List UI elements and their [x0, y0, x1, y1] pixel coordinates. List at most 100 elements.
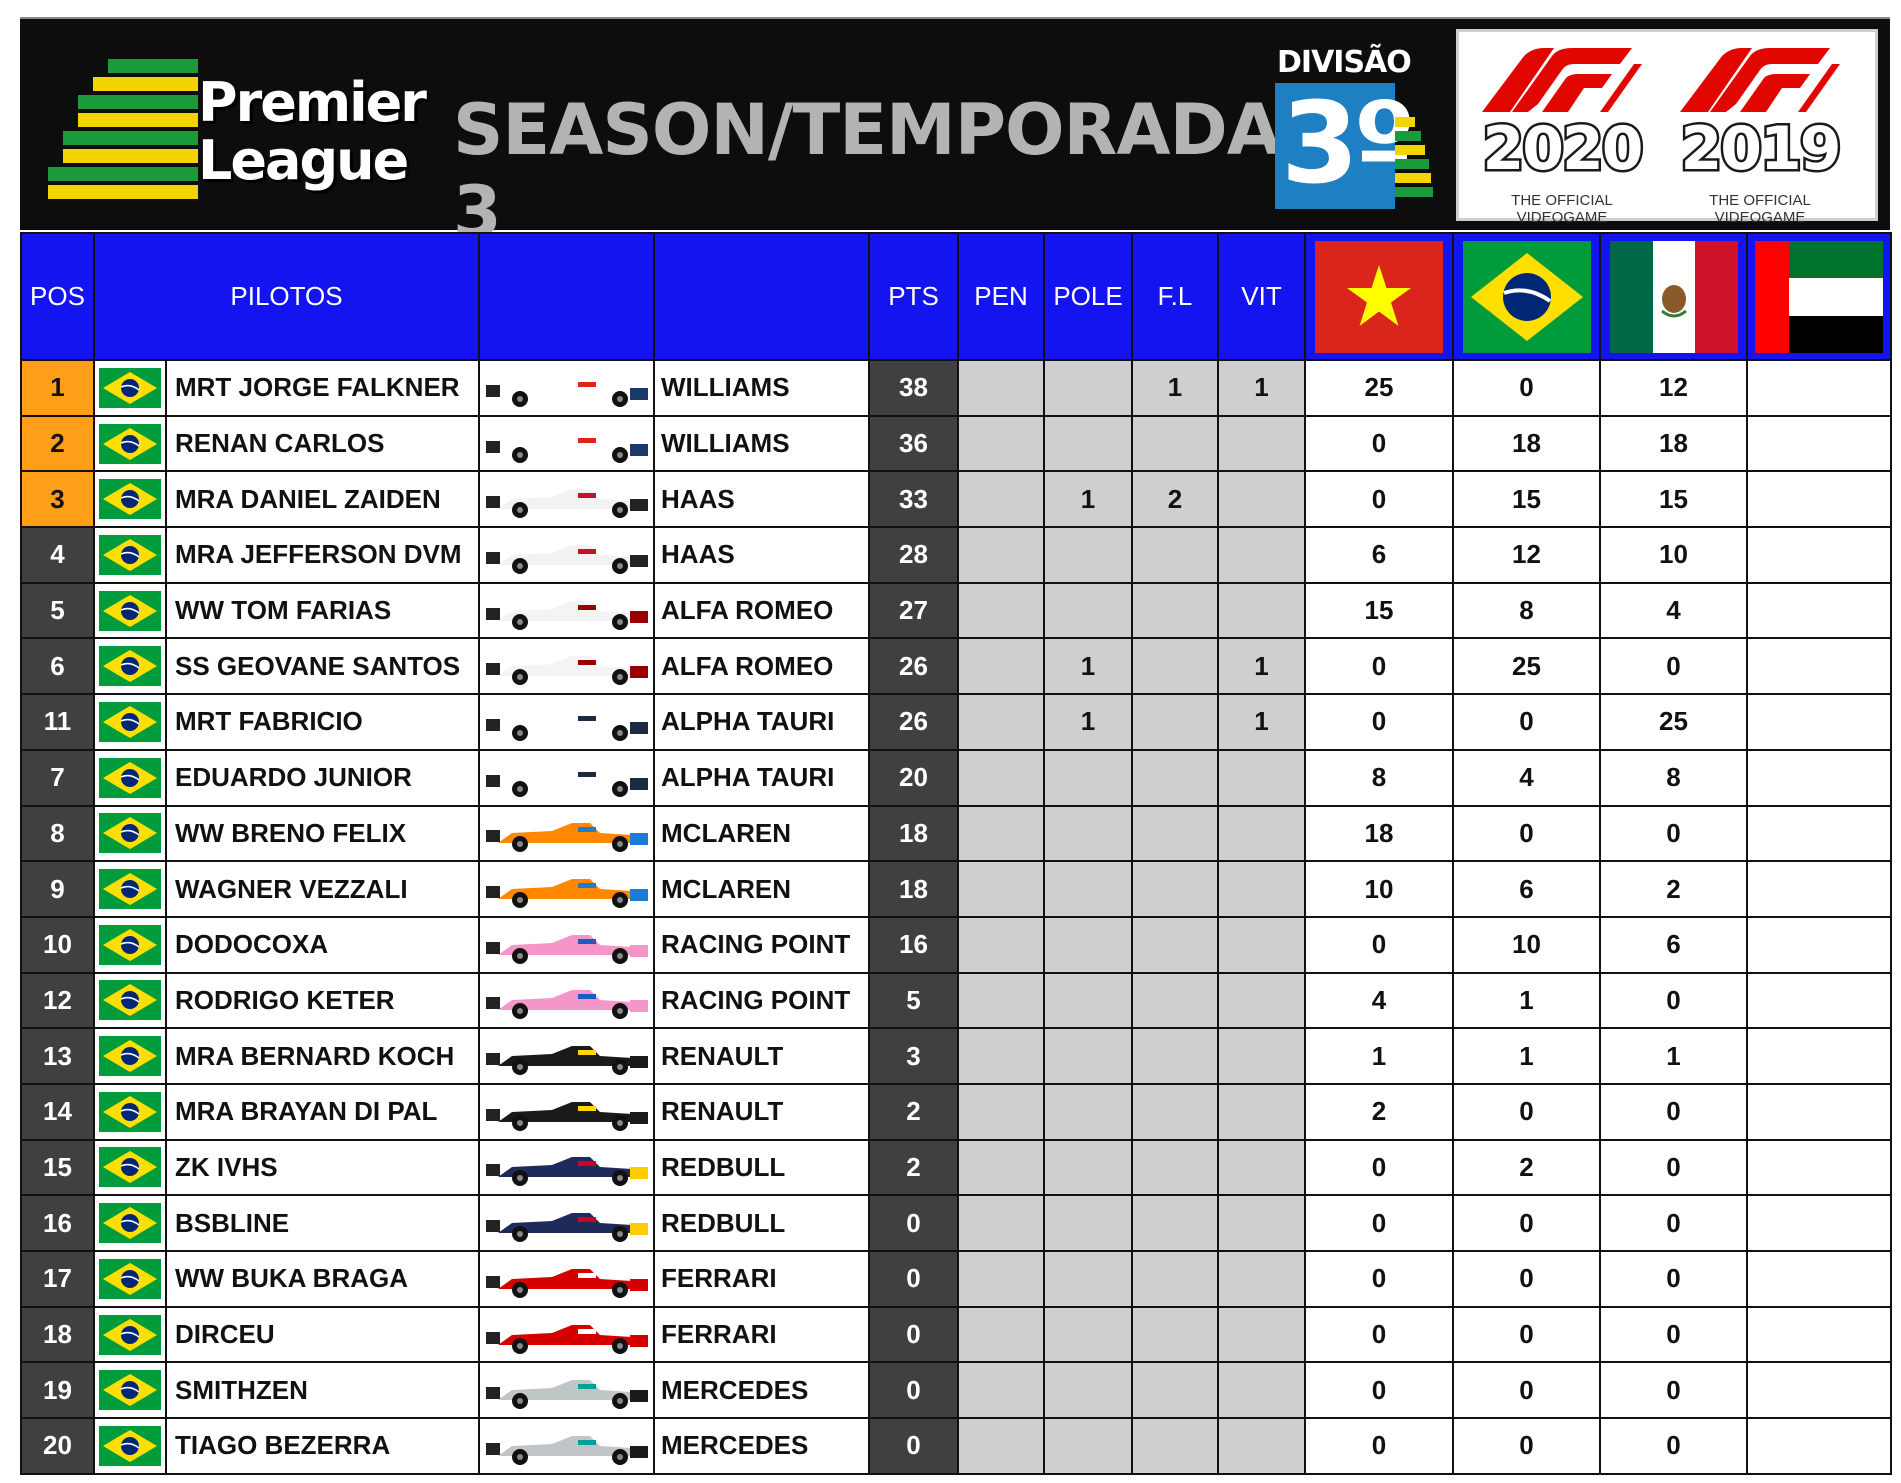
brazil-flag-icon	[99, 590, 161, 631]
car-cell	[478, 581, 656, 640]
mercedes-car-icon	[485, 1435, 648, 1465]
race-brazil-points: 15	[1452, 470, 1602, 529]
driver-name: SMITHZEN	[164, 1361, 481, 1420]
position-cell: 14	[20, 1082, 95, 1141]
position-cell: 12	[20, 971, 95, 1030]
pole-cell: 1	[1043, 693, 1134, 751]
driver-flag-cell	[93, 581, 167, 640]
wins-cell: 1	[1217, 637, 1307, 696]
col-race-vietnam	[1304, 232, 1455, 361]
penalty-cell	[957, 693, 1046, 751]
race-mexico-points: 18	[1599, 414, 1749, 473]
car-cell	[478, 1082, 656, 1141]
pole-cell	[1043, 915, 1134, 974]
wins-cell	[1217, 971, 1307, 1030]
race-uae-points	[1746, 414, 1893, 473]
brazil-flag-icon	[99, 1314, 161, 1355]
wins-cell	[1217, 860, 1307, 918]
logo-text-line1: Premier	[198, 71, 427, 134]
team-name: FERRARI	[653, 1305, 871, 1364]
penalty-cell	[957, 581, 1046, 640]
penalty-cell	[957, 637, 1046, 696]
car-cell	[478, 414, 656, 473]
race-mexico-points: 0	[1599, 1361, 1749, 1420]
driver-flag-cell	[93, 637, 167, 696]
mexico-flag-icon	[1609, 240, 1738, 353]
driver-name: MRT FABRICIO	[164, 693, 481, 751]
f1-2019-logo: 2019 THE OFFICIAL VIDEOGAME	[1665, 44, 1855, 226]
race-uae-points	[1746, 581, 1893, 640]
alpha-tauri-car-icon	[485, 711, 648, 741]
pole-cell	[1043, 1361, 1134, 1420]
penalty-cell	[957, 414, 1046, 473]
points-cell: 26	[868, 693, 960, 751]
car-cell	[478, 1138, 656, 1197]
race-uae-points	[1746, 1361, 1893, 1420]
driver-flag-cell	[93, 470, 167, 529]
brazil-flag-icon	[99, 757, 161, 798]
f1-year-2020: 2020	[1480, 112, 1646, 187]
standings-table: POS PILOTOS PTS PEN POLE F.L VIT 1 MRT J…	[20, 232, 1893, 1475]
wins-cell	[1217, 470, 1307, 529]
race-brazil-points: 1	[1452, 971, 1602, 1030]
position-cell: 9	[20, 860, 95, 918]
pole-cell	[1043, 359, 1134, 417]
position-cell: 17	[20, 1250, 95, 1308]
position-cell: 16	[20, 1194, 95, 1252]
driver-name: WW TOM FARIAS	[164, 581, 481, 640]
vietnam-flag-icon	[1315, 240, 1444, 353]
stripes-icon	[48, 59, 198, 199]
driver-name: DIRCEU	[164, 1305, 481, 1364]
team-name: HAAS	[653, 526, 871, 584]
penalty-cell	[957, 359, 1046, 417]
race-vietnam-points: 0	[1304, 1138, 1455, 1197]
driver-flag-cell	[93, 1082, 167, 1141]
header-banner: Premier League SEASON/TEMPORADA 3 DIVISÃ…	[20, 17, 1890, 253]
wins-cell	[1217, 526, 1307, 584]
team-name: HAAS	[653, 470, 871, 529]
brazil-flag-icon	[99, 1203, 161, 1244]
f1-2020-logo: 2020 THE OFFICIAL VIDEOGAME	[1467, 44, 1657, 226]
car-cell	[478, 470, 656, 529]
position-cell: 2	[20, 414, 95, 473]
race-vietnam-points: 10	[1304, 860, 1455, 918]
redbull-car-icon	[485, 1157, 648, 1187]
team-name: RACING POINT	[653, 971, 871, 1030]
race-mexico-points: 0	[1599, 1305, 1749, 1364]
race-uae-points	[1746, 637, 1893, 696]
team-name: RENAULT	[653, 1027, 871, 1085]
race-brazil-points: 0	[1452, 1305, 1602, 1364]
driver-flag-cell	[93, 693, 167, 751]
race-vietnam-points: 0	[1304, 637, 1455, 696]
race-vietnam-points: 4	[1304, 971, 1455, 1030]
position-cell: 4	[20, 526, 95, 584]
fastest-lap-cell: 1	[1131, 359, 1220, 417]
race-mexico-points: 0	[1599, 971, 1749, 1030]
race-vietnam-points: 6	[1304, 526, 1455, 584]
table-row: 8 WW BRENO FELIX MCLAREN 18 18 0 0	[20, 804, 1893, 863]
driver-flag-cell	[93, 1305, 167, 1364]
division-label: DIVISÃO	[1277, 45, 1412, 80]
fastest-lap-cell	[1131, 1027, 1220, 1085]
wins-cell	[1217, 1250, 1307, 1308]
season-title: SEASON/TEMPORADA 3	[453, 89, 1281, 253]
driver-flag-cell	[93, 359, 167, 417]
pole-cell: 1	[1043, 470, 1134, 529]
race-uae-points	[1746, 526, 1893, 584]
pole-cell: 1	[1043, 637, 1134, 696]
points-cell: 5	[868, 971, 960, 1030]
race-uae-points	[1746, 1027, 1893, 1085]
team-name: REDBULL	[653, 1194, 871, 1252]
car-cell	[478, 1305, 656, 1364]
race-mexico-points: 0	[1599, 1082, 1749, 1141]
points-cell: 18	[868, 804, 960, 863]
driver-name: WW BRENO FELIX	[164, 804, 481, 863]
race-mexico-points: 0	[1599, 1250, 1749, 1308]
racing-point-car-icon	[485, 934, 648, 964]
table-row: 13 MRA BERNARD KOCH RENAULT 3 1 1 1	[20, 1027, 1893, 1085]
pole-cell	[1043, 971, 1134, 1030]
col-pole: POLE	[1043, 232, 1134, 361]
wins-cell	[1217, 1417, 1307, 1475]
points-cell: 33	[868, 470, 960, 529]
table-row: 3 MRA DANIEL ZAIDEN HAAS 33 1 2 0 15 15	[20, 470, 1893, 529]
